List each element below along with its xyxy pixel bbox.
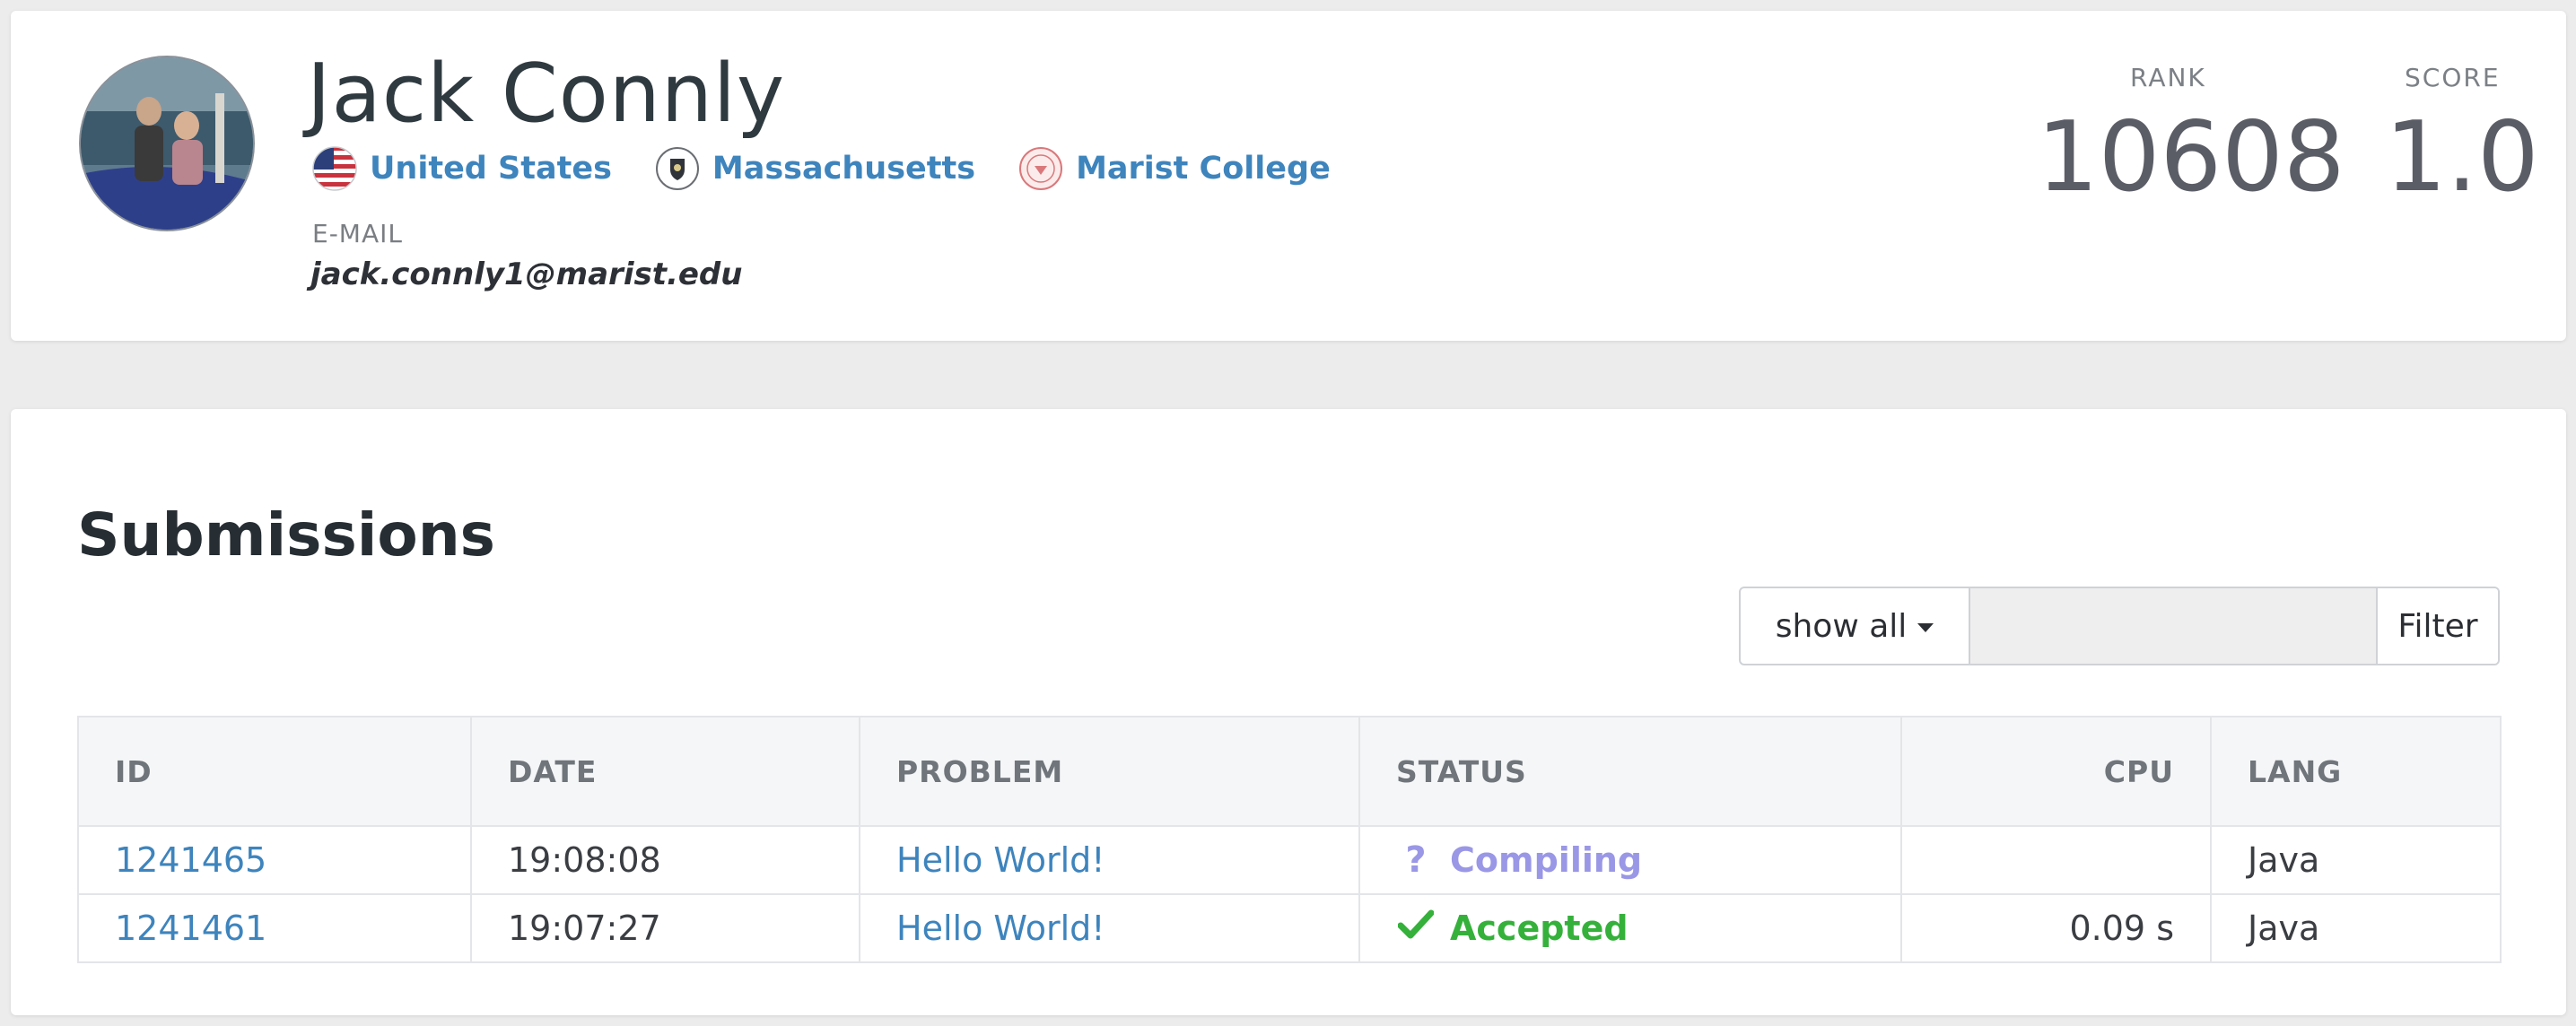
show-all-dropdown[interactable]: show all: [1741, 588, 1970, 664]
problem-link[interactable]: Hello World!: [896, 840, 1105, 880]
filter-group: show all Filter: [1739, 587, 2500, 665]
score-label: SCORE: [2405, 63, 2501, 92]
submission-date: 19:07:27: [470, 893, 860, 963]
submissions-table: ID DATE PROBLEM STATUS CPU LANG 1241465 …: [77, 716, 2502, 963]
status-text: Accepted: [1450, 909, 1629, 948]
score-value: 1.0: [2385, 101, 2539, 213]
show-all-label: show all: [1775, 607, 1908, 645]
column-header-lang[interactable]: LANG: [2210, 716, 2502, 827]
table-row: 1241461 19:07:27 Hello World! Accepted 0…: [77, 893, 2502, 963]
country-affiliation[interactable]: United States: [312, 146, 612, 191]
affiliations: United States Massachusetts Marist Colle…: [312, 143, 1374, 194]
filter-input[interactable]: [1970, 588, 2378, 664]
profile-card: Jack Connly United States Massachusetts …: [11, 11, 2566, 341]
column-header-problem[interactable]: PROBLEM: [859, 716, 1360, 827]
avatar: [79, 56, 255, 231]
marist-seal-icon: [1018, 146, 1063, 191]
massachusetts-seal-icon: [655, 146, 700, 191]
column-header-date[interactable]: DATE: [470, 716, 860, 827]
school-link[interactable]: Marist College: [1076, 151, 1331, 187]
email-value: jack.connly1@marist.edu: [310, 256, 743, 292]
status-accepted: Accepted: [1396, 908, 1864, 949]
problem-link[interactable]: Hello World!: [896, 909, 1105, 948]
filter-button[interactable]: Filter: [2378, 588, 2498, 664]
rank-value: 10608: [2037, 101, 2345, 213]
submission-date: 19:08:08: [470, 825, 860, 895]
status-compiling: ? Compiling: [1396, 839, 1864, 881]
submission-lang: Java: [2210, 893, 2502, 963]
email-label: E-MAIL: [312, 219, 403, 248]
column-header-id[interactable]: ID: [77, 716, 472, 827]
submissions-title: Submissions: [77, 500, 495, 570]
region-link[interactable]: Massachusetts: [712, 151, 975, 187]
check-icon: [1396, 908, 1436, 949]
country-link[interactable]: United States: [370, 151, 612, 187]
us-flag-icon: [312, 146, 357, 191]
status-text: Compiling: [1450, 840, 1643, 880]
submission-id-link[interactable]: 1241461: [115, 909, 266, 948]
table-header-row: ID DATE PROBLEM STATUS CPU LANG: [77, 716, 2502, 827]
question-icon: ?: [1405, 839, 1427, 881]
region-affiliation[interactable]: Massachusetts: [655, 146, 975, 191]
submission-cpu: [1900, 825, 2212, 895]
submission-lang: Java: [2210, 825, 2502, 895]
submissions-card: Submissions show all Filter ID DATE PROB…: [11, 409, 2566, 1015]
column-header-status[interactable]: STATUS: [1358, 716, 1902, 827]
submission-id-link[interactable]: 1241465: [115, 840, 266, 880]
column-header-cpu[interactable]: CPU: [1900, 716, 2212, 827]
school-affiliation[interactable]: Marist College: [1018, 146, 1331, 191]
rank-label: RANK: [2130, 63, 2206, 92]
table-row: 1241465 19:08:08 Hello World! ? Compilin…: [77, 825, 2502, 895]
submission-cpu: 0.09 s: [1900, 893, 2212, 963]
caret-down-icon: [1917, 623, 1934, 632]
user-name: Jack Connly: [307, 47, 786, 141]
